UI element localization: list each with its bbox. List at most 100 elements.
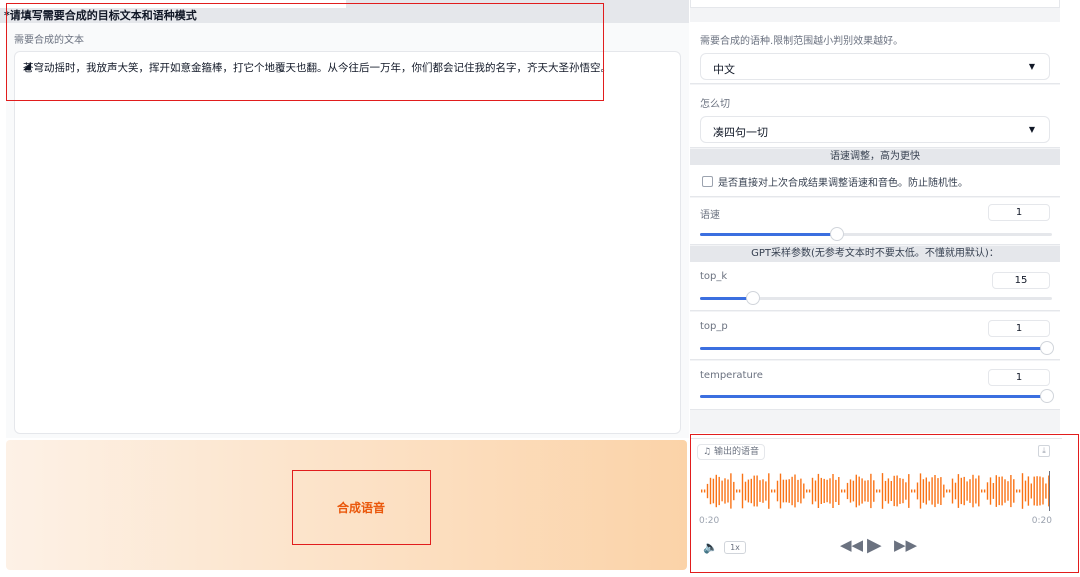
waveform-bar: [817, 473, 820, 508]
waveform-bar: [718, 476, 720, 506]
rewind-icon[interactable]: ◀◀: [840, 536, 863, 554]
waveform-bar: [1042, 477, 1044, 505]
temperature-number[interactable]: 1: [988, 369, 1050, 386]
waveform-bar: [998, 476, 1000, 506]
settings-column: 需要合成的语种.限制范围越小判别效果越好。 中文 ▼ 怎么切 凑四句一切 ▼ 语…: [690, 8, 1060, 433]
download-icon[interactable]: ⤓: [1038, 445, 1050, 457]
top-p-slider[interactable]: [700, 341, 1054, 355]
top-k-slider-fill: [700, 297, 753, 300]
waveform-bar: [1039, 476, 1041, 506]
waveform-bar: [762, 479, 764, 503]
speed-label: 语速: [700, 210, 720, 221]
waveform-bar: [975, 478, 977, 504]
waveform-bar: [841, 489, 843, 493]
volume-icon[interactable]: 🔈: [703, 540, 718, 554]
waveform-bar: [806, 489, 808, 493]
playhead[interactable]: [1049, 471, 1050, 511]
text-panel: 需要合成的文本 苍穹动摇时，我放声大笑，挥开如意金箍棒，打它个地覆天也翻。从今往…: [6, 23, 689, 438]
waveform-bar: [858, 476, 860, 506]
top-k-slider[interactable]: [700, 291, 1052, 305]
waveform-bar: [724, 478, 726, 504]
waveform-bar: [1007, 481, 1009, 501]
time-current: 0:20: [699, 516, 720, 526]
waveform-bar: [814, 480, 817, 502]
waveform-bar: [727, 479, 729, 503]
temperature-slider[interactable]: [700, 389, 1054, 403]
waveform-bar: [800, 478, 802, 504]
playback-rate-button[interactable]: 1x: [724, 541, 746, 554]
top-p-number[interactable]: 1: [988, 320, 1050, 337]
temperature-slider-thumb[interactable]: [1040, 389, 1054, 403]
waveform-bar: [954, 482, 957, 500]
chevron-down-icon: ▼: [1028, 125, 1035, 134]
waveform-bar: [750, 478, 752, 504]
waveform-bar: [951, 478, 954, 504]
waveform-bar: [934, 475, 936, 508]
top-p-slider-thumb[interactable]: [1040, 341, 1054, 355]
waveform-bar: [864, 480, 866, 502]
waveform-bar: [712, 478, 715, 504]
top-k-slider-thumb[interactable]: [745, 291, 760, 305]
waveform-bar: [826, 479, 828, 503]
top-k-number[interactable]: 15: [992, 272, 1050, 289]
waveform-bar: [957, 474, 960, 508]
reuse-checkbox-label: 是否直接对上次合成结果调整语速和音色。防止随机性。: [718, 178, 968, 189]
cut-select[interactable]: 凑四句一切 ▼: [700, 116, 1050, 143]
waveform-bar: [776, 480, 779, 502]
waveform-bar: [922, 479, 925, 503]
waveform-bar: [820, 477, 822, 504]
waveform-bar: [905, 482, 907, 500]
waveform-bar: [1024, 480, 1027, 502]
waveform-bar: [703, 489, 706, 493]
waveform-bar: [771, 489, 773, 493]
waveform-bar: [946, 489, 948, 493]
waveform-bar: [867, 480, 869, 502]
audio-player: ♫ 输出的语音 ⤓ 0:20 0:20 🔈 1x ◀◀ ▶ ▶▶: [691, 438, 1062, 570]
speed-slider[interactable]: [700, 227, 1052, 241]
play-icon[interactable]: ▶: [867, 534, 882, 556]
waveform-bar: [846, 482, 849, 500]
waveform-bar: [919, 473, 922, 509]
waveform-bar: [989, 477, 992, 505]
waveform-bar: [986, 482, 989, 500]
text-input[interactable]: 苍穹动摇时，我放声大笑，挥开如意金箍棒，打它个地覆天也翻。从今往后一万年，你们都…: [14, 51, 681, 434]
waveform[interactable]: [699, 469, 1051, 513]
waveform-bar: [788, 479, 790, 503]
waveform-bar: [709, 477, 712, 505]
gpt-header: GPT采样参数(无参考文本时不要太低。不懂就用默认)：: [690, 246, 1060, 262]
audio-tag-label: 输出的语音: [713, 447, 759, 457]
waveform-bar: [916, 482, 919, 500]
temperature-slider-fill: [700, 395, 1052, 398]
speed-number[interactable]: 1: [988, 204, 1050, 221]
waveform-bar: [730, 473, 732, 509]
waveform-bar: [765, 481, 767, 501]
waveform-bar: [890, 481, 892, 501]
section-header: *请填写需要合成的目标文本和语种模式: [0, 8, 689, 23]
waveform-bar: [1033, 476, 1035, 506]
time-total: 0:20: [1031, 516, 1052, 526]
speed-slider-thumb[interactable]: [830, 227, 845, 241]
waveform-bar: [937, 478, 939, 504]
top-strip: [346, 0, 689, 8]
reuse-checkbox[interactable]: [702, 176, 713, 187]
fast-forward-icon[interactable]: ▶▶: [894, 536, 917, 554]
waveform-bar: [785, 479, 787, 503]
language-select[interactable]: 中文 ▼: [700, 53, 1050, 80]
waveform-bar: [835, 479, 837, 502]
waveform-bar: [981, 489, 983, 493]
text-label: 需要合成的文本: [14, 35, 84, 46]
waveform-bar: [861, 478, 863, 504]
music-note-icon: ♫: [703, 447, 714, 457]
waveform-bar: [972, 474, 974, 508]
waveform-bar: [797, 479, 799, 503]
waveform-bar: [966, 481, 968, 501]
waveform-bar: [753, 475, 755, 507]
top-p-slider-fill: [700, 347, 1052, 350]
synth-area: 合成语音: [6, 440, 687, 570]
waveform-bar: [832, 474, 834, 508]
waveform-bar: [969, 479, 971, 503]
cut-block: 怎么切 凑四句一切 ▼: [690, 85, 1060, 148]
waveform-bar: [794, 474, 796, 508]
synthesize-button[interactable]: 合成语音: [292, 470, 430, 544]
resize-grip-icon[interactable]: ◢: [23, 60, 678, 431]
